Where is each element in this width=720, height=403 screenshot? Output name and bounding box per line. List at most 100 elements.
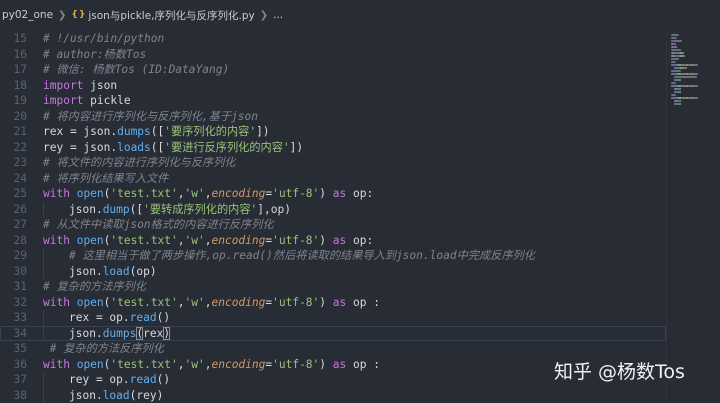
line-number: 27 [0,217,27,233]
code-line[interactable]: 34 json.dumps(rex) [0,326,666,342]
code-token: # !/usr/bin/python [43,32,164,45]
code-token: read [130,311,157,324]
code-token [70,187,77,200]
code-token: , [178,187,185,200]
code-token: 'test.txt' [110,234,177,247]
code-token [70,296,77,309]
code-line[interactable]: 17# 微信: 杨数Tos (ID:DataYang) [0,62,666,78]
minimap-line [696,97,698,99]
code-token: with [43,234,70,247]
code-token: , [178,296,185,309]
code-token: 'utf-8' [272,234,319,247]
breadcrumb-file[interactable]: json与pickle,序列化与反序列化.py [88,8,254,23]
code-line[interactable]: 21rex = json.dumps(['要序列化的内容']) [0,124,666,140]
code-line[interactable]: 24# 将序列化结果写入文件 [0,171,666,187]
code-token: '要序列化的内容' [164,125,256,138]
code-text: # 将序列化结果写入文件 [43,171,168,187]
code-token: rey = op. [69,373,130,386]
line-number: 26 [0,202,27,218]
code-token: read [130,373,157,386]
code-line[interactable]: 25with open('test.txt','w',encoding='utf… [0,186,666,202]
code-token [70,358,77,371]
code-line[interactable]: 33rex = op.read() [0,310,666,326]
code-line[interactable]: 23# 将文件的内容进行序列化与反序列化 [0,155,666,171]
code-token: 'w' [185,187,205,200]
code-token: , [178,358,185,371]
code-line[interactable]: 30json.load(op) [0,264,666,280]
code-text: # 将文件的内容进行序列化与反序列化 [43,155,235,171]
code-text: rey = op.read() [69,372,170,388]
code-token: ) [157,389,164,402]
minimap-line [671,34,679,36]
code-token: dumps [103,327,137,340]
minimap-line [671,58,679,60]
code-token: ) [284,203,291,216]
code-line[interactable]: 29# 这里相当于做了两步操作,op.read()然后将读取的结果导入到json… [0,248,666,264]
code-token [326,187,333,200]
code-token: op: [346,234,373,247]
code-token: open [77,234,104,247]
code-token: dumps [117,125,151,138]
line-number: 28 [0,233,27,249]
code-token [70,234,77,247]
code-token: json. [69,327,103,340]
line-number: 34 [0,326,27,342]
code-token: 'w' [185,358,205,371]
line-number: 15 [0,31,27,47]
code-token [326,296,333,309]
code-token: json. [69,265,103,278]
code-line[interactable]: 15 # !/usr/bin/python [0,31,666,47]
code-token: as [333,358,346,371]
code-line[interactable]: 16# author:杨数Tos [0,47,666,63]
code-line[interactable]: 28with open('test.txt','w',encoding='utf… [0,233,666,249]
code-token: with [43,358,70,371]
line-number: 37 [0,372,27,388]
code-token: # 这里相当于做了两步操作,op.read()然后将读取的结果导入到json.l… [69,249,535,262]
breadcrumb-folder[interactable]: py02_one [0,9,53,21]
code-token: pickle [83,94,130,107]
code-line[interactable]: 19import pickle [0,93,666,109]
code-text: json.load(op) [69,264,157,280]
line-number: 21 [0,124,27,140]
code-editor[interactable]: 15 # !/usr/bin/python 16# author:杨数Tos17# … [0,30,666,401]
code-token: op: [346,187,373,200]
code-text: # 复杂的方法反序列化 [43,341,164,357]
line-number: 19 [0,93,27,109]
code-token: # 将序列化结果写入文件 [43,172,168,185]
code-token [326,234,333,247]
indent-guide [43,202,44,218]
code-token: json. [69,203,103,216]
code-token: json [83,79,117,92]
code-line[interactable]: 32with open('test.txt','w',encoding='utf… [0,295,666,311]
line-number: 35 [0,341,27,357]
code-token: 'test.txt' [110,296,177,309]
code-line[interactable]: 20# 将内容进行序列化与反序列化,基于json [0,109,666,125]
minimap-line [680,88,681,90]
code-token: json. [69,389,103,402]
line-number: 33 [0,310,27,326]
code-line[interactable]: 35 # 复杂的方法反序列化 [0,341,666,357]
code-token: load [103,265,130,278]
code-line[interactable]: 31# 复杂的方法序列化 [0,279,666,295]
code-token: open [77,296,104,309]
breadcrumb-symbol[interactable]: ... [273,9,283,21]
indent-guide [43,310,44,326]
code-token: op [136,265,149,278]
code-line[interactable]: 22rey = json.loads(['要进行反序列化的内容']) [0,140,666,156]
code-token: rex [143,327,163,340]
code-token: as [333,234,346,247]
code-text: json.dumps(rex) [69,326,170,342]
code-line[interactable]: 18import json [0,78,666,94]
code-text: rey = json.loads(['要进行反序列化的内容']) [43,140,303,156]
minimap[interactable] [666,30,720,401]
code-token: as [333,187,346,200]
code-token: # 将内容进行序列化与反序列化,基于json [43,110,258,123]
code-line[interactable]: 26json.dump(['要转成序列化的内容'],op) [0,202,666,218]
code-text: import json [43,78,117,94]
code-text: # author:杨数Tos [43,47,146,63]
minimap-line [674,43,676,45]
code-token: 'test.txt' [110,358,177,371]
code-token: ]) [290,141,303,154]
code-line[interactable]: 27# 从文件中读取json格式的内容进行反序列化 [0,217,666,233]
minimap-line [671,82,676,84]
